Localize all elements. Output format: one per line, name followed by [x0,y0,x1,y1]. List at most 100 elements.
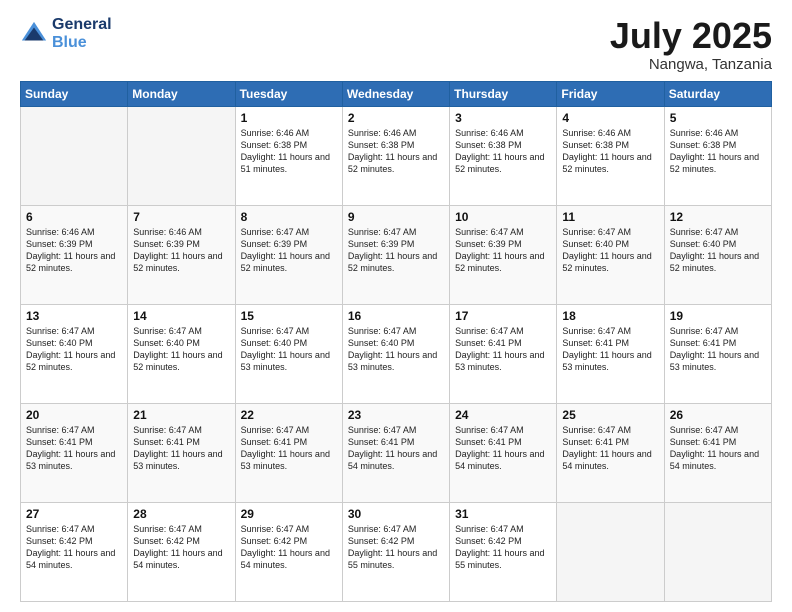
calendar-header-row: SundayMondayTuesdayWednesdayThursdayFrid… [21,81,772,106]
calendar-cell: 18 Sunrise: 6:47 AM Sunset: 6:41 PM Dayli… [557,304,664,403]
calendar-cell: 28Sunrise: 6:47 AM Sunset: 6:42 PM Dayli… [128,502,235,601]
logo-text: General Blue [52,16,112,51]
day-number: 13 [26,309,122,323]
day-number: 25 [562,408,658,422]
day-info: Sunrise: 6:47 AM Sunset: 6:42 PM Dayligh… [348,523,444,572]
calendar-week-3: 20 Sunrise: 6:47 AM Sunset: 6:41 PM Dayli… [21,403,772,502]
calendar-cell: 27 Sunrise: 6:47 AM Sunset: 6:42 PM Dayli… [21,502,128,601]
day-info: Sunrise: 6:46 AM Sunset: 6:38 PM Dayligh… [562,127,658,176]
calendar-week-2: 13 Sunrise: 6:47 AM Sunset: 6:40 PM Dayli… [21,304,772,403]
day-info: Sunrise: 6:46 AM Sunset: 6:38 PM Dayligh… [455,127,551,176]
day-number: 11 [562,210,658,224]
calendar-cell: 12 Sunrise: 6:47 AM Sunset: 6:40 PM Dayli… [664,205,771,304]
calendar-cell: 22Sunrise: 6:47 AM Sunset: 6:41 PM Dayli… [235,403,342,502]
calendar-cell: 13 Sunrise: 6:47 AM Sunset: 6:40 PM Dayli… [21,304,128,403]
day-number: 27 [26,507,122,521]
day-info: Sunrise: 6:46 AM Sunset: 6:39 PM Dayligh… [26,226,122,275]
day-info: Sunrise: 6:47 AM Sunset: 6:39 PM Dayligh… [241,226,337,275]
calendar-cell: 29 Sunrise: 6:47 AM Sunset: 6:42 PM Dayli… [235,502,342,601]
day-info: Sunrise: 6:46 AM Sunset: 6:38 PM Dayligh… [241,127,337,176]
day-number: 21 [133,408,229,422]
logo: General Blue [20,16,112,51]
calendar-cell: 16 Sunrise: 6:47 AM Sunset: 6:40 PM Dayli… [342,304,449,403]
calendar-cell: 9Sunrise: 6:47 AM Sunset: 6:39 PM Daylig… [342,205,449,304]
day-number: 5 [670,111,766,125]
day-info: Sunrise: 6:47 AM Sunset: 6:41 PM Dayligh… [562,325,658,374]
calendar-cell: 31 Sunrise: 6:47 AM Sunset: 6:42 PM Dayli… [450,502,557,601]
day-number: 4 [562,111,658,125]
calendar-cell: 2 Sunrise: 6:46 AM Sunset: 6:38 PM Daylig… [342,106,449,205]
calendar-header-thursday: Thursday [450,81,557,106]
day-info: Sunrise: 6:47 AM Sunset: 6:40 PM Dayligh… [348,325,444,374]
day-info: Sunrise: 6:47 AM Sunset: 6:40 PM Dayligh… [26,325,122,374]
day-number: 31 [455,507,551,521]
calendar-cell: 5 Sunrise: 6:46 AM Sunset: 6:38 PM Daylig… [664,106,771,205]
page: General Blue July 2025 Nangwa, Tanzania … [0,0,792,612]
day-info: Sunrise: 6:47 AM Sunset: 6:40 PM Dayligh… [241,325,337,374]
day-number: 23 [348,408,444,422]
location: Nangwa, Tanzania [610,56,772,73]
day-info: Sunrise: 6:47 AM Sunset: 6:42 PM Dayligh… [455,523,551,572]
day-number: 7 [133,210,229,224]
day-info: Sunrise: 6:47 AM Sunset: 6:41 PM Dayligh… [348,424,444,473]
calendar-header-saturday: Saturday [664,81,771,106]
calendar-cell: 8Sunrise: 6:47 AM Sunset: 6:39 PM Daylig… [235,205,342,304]
calendar-cell: 30 Sunrise: 6:47 AM Sunset: 6:42 PM Dayli… [342,502,449,601]
day-info: Sunrise: 6:46 AM Sunset: 6:38 PM Dayligh… [670,127,766,176]
day-info: Sunrise: 6:47 AM Sunset: 6:41 PM Dayligh… [241,424,337,473]
header: General Blue July 2025 Nangwa, Tanzania [20,16,772,73]
day-number: 29 [241,507,337,521]
calendar-cell: 26 Sunrise: 6:47 AM Sunset: 6:41 PM Dayli… [664,403,771,502]
calendar-cell [128,106,235,205]
day-info: Sunrise: 6:47 AM Sunset: 6:42 PM Dayligh… [26,523,122,572]
day-info: Sunrise: 6:47 AM Sunset: 6:42 PM Dayligh… [241,523,337,572]
day-number: 15 [241,309,337,323]
day-number: 16 [348,309,444,323]
calendar-week-4: 27 Sunrise: 6:47 AM Sunset: 6:42 PM Dayli… [21,502,772,601]
day-number: 28 [133,507,229,521]
calendar-cell: 10Sunrise: 6:47 AM Sunset: 6:39 PM Dayli… [450,205,557,304]
day-info: Sunrise: 6:46 AM Sunset: 6:39 PM Dayligh… [133,226,229,275]
calendar-cell: 23 Sunrise: 6:47 AM Sunset: 6:41 PM Dayli… [342,403,449,502]
day-info: Sunrise: 6:47 AM Sunset: 6:41 PM Dayligh… [133,424,229,473]
calendar-cell [664,502,771,601]
calendar-table: SundayMondayTuesdayWednesdayThursdayFrid… [20,81,772,602]
day-number: 2 [348,111,444,125]
calendar-cell: 4 Sunrise: 6:46 AM Sunset: 6:38 PM Daylig… [557,106,664,205]
calendar-cell: 6 Sunrise: 6:46 AM Sunset: 6:39 PM Daylig… [21,205,128,304]
title-section: July 2025 Nangwa, Tanzania [610,16,772,73]
calendar-cell: 3 Sunrise: 6:46 AM Sunset: 6:38 PM Daylig… [450,106,557,205]
day-number: 6 [26,210,122,224]
day-info: Sunrise: 6:47 AM Sunset: 6:41 PM Dayligh… [670,424,766,473]
calendar-header-friday: Friday [557,81,664,106]
calendar-header-tuesday: Tuesday [235,81,342,106]
day-number: 1 [241,111,337,125]
day-number: 14 [133,309,229,323]
calendar-header-wednesday: Wednesday [342,81,449,106]
day-info: Sunrise: 6:47 AM Sunset: 6:41 PM Dayligh… [562,424,658,473]
day-number: 17 [455,309,551,323]
day-info: Sunrise: 6:46 AM Sunset: 6:38 PM Dayligh… [348,127,444,176]
day-number: 12 [670,210,766,224]
calendar-cell [21,106,128,205]
day-info: Sunrise: 6:47 AM Sunset: 6:40 PM Dayligh… [562,226,658,275]
day-info: Sunrise: 6:47 AM Sunset: 6:41 PM Dayligh… [455,325,551,374]
day-number: 18 [562,309,658,323]
day-number: 20 [26,408,122,422]
day-number: 10 [455,210,551,224]
calendar-cell [557,502,664,601]
calendar-week-1: 6 Sunrise: 6:46 AM Sunset: 6:39 PM Daylig… [21,205,772,304]
day-number: 30 [348,507,444,521]
day-number: 24 [455,408,551,422]
logo-icon [20,20,48,48]
day-number: 3 [455,111,551,125]
calendar-cell: 11 Sunrise: 6:47 AM Sunset: 6:40 PM Dayli… [557,205,664,304]
calendar-week-0: 1 Sunrise: 6:46 AM Sunset: 6:38 PM Daylig… [21,106,772,205]
calendar-cell: 25 Sunrise: 6:47 AM Sunset: 6:41 PM Dayli… [557,403,664,502]
calendar-cell: 14Sunrise: 6:47 AM Sunset: 6:40 PM Dayli… [128,304,235,403]
calendar-header-sunday: Sunday [21,81,128,106]
day-number: 26 [670,408,766,422]
day-info: Sunrise: 6:47 AM Sunset: 6:40 PM Dayligh… [670,226,766,275]
month-title: July 2025 [610,16,772,56]
calendar-header-monday: Monday [128,81,235,106]
